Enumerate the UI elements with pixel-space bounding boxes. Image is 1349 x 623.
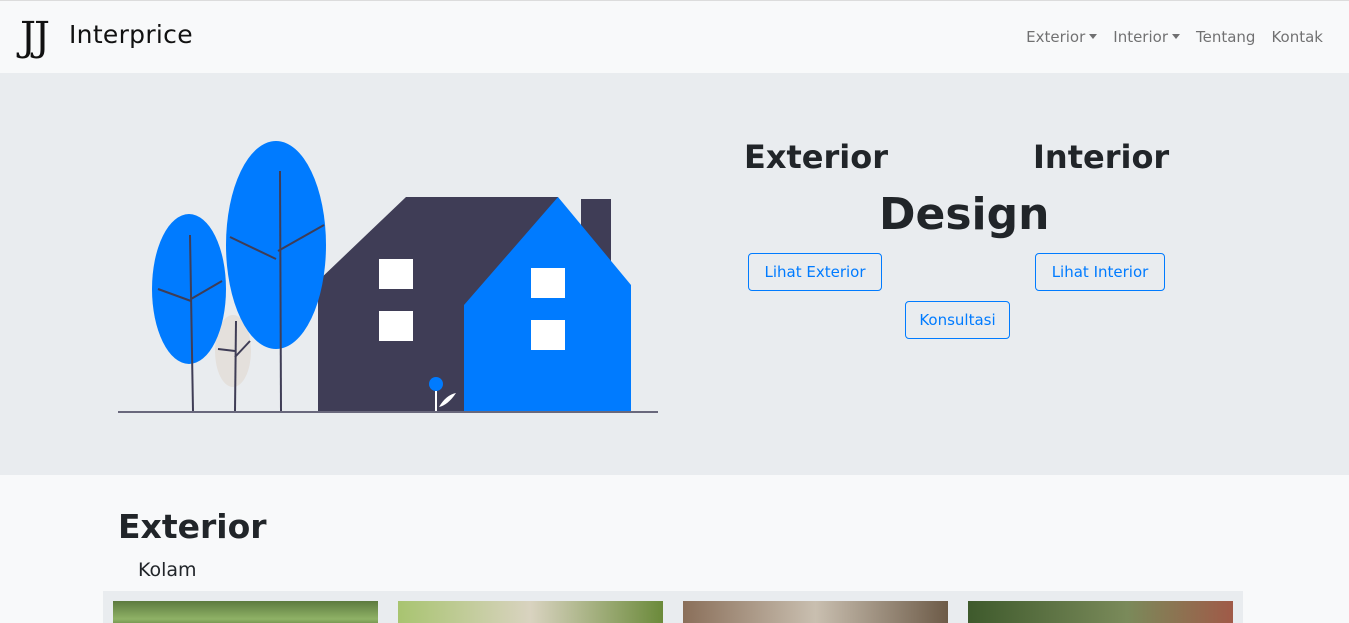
- pergola-photo-thumbnail[interactable]: [683, 601, 948, 623]
- brand-logo[interactable]: JJ: [20, 13, 50, 61]
- garden-photo-thumbnail[interactable]: [113, 601, 378, 623]
- nav-interior-label: Interior: [1113, 28, 1168, 46]
- hero-title-design: Design: [879, 189, 1050, 240]
- nav-tentang[interactable]: Tentang: [1196, 27, 1255, 47]
- subsection-title-kolam: Kolam: [138, 559, 197, 581]
- lihat-exterior-button[interactable]: Lihat Exterior: [748, 253, 882, 291]
- lihat-interior-button[interactable]: Lihat Interior: [1035, 253, 1165, 291]
- patio-photo-thumbnail[interactable]: [968, 601, 1233, 623]
- konsultasi-button[interactable]: Konsultasi: [905, 301, 1010, 339]
- navbar: JJ Interprice Exterior Interior Tentang …: [0, 0, 1349, 73]
- brand-name[interactable]: Interprice: [69, 19, 193, 51]
- nav-menu: Exterior Interior Tentang Kontak: [1026, 27, 1323, 47]
- gallery-row: [103, 591, 1243, 623]
- nav-interior-dropdown[interactable]: Interior: [1113, 27, 1180, 47]
- nav-exterior-label: Exterior: [1026, 28, 1086, 46]
- caret-down-icon: [1172, 34, 1180, 39]
- hero-section: Exterior Interior Design Lihat Exterior …: [0, 73, 1349, 475]
- hero-title-exterior: Exterior: [744, 138, 889, 176]
- house-illustration: [118, 141, 658, 413]
- nav-kontak[interactable]: Kontak: [1271, 27, 1323, 47]
- hero-title-interior: Interior: [1033, 138, 1170, 176]
- section-title-exterior: Exterior: [118, 507, 267, 546]
- caret-down-icon: [1089, 34, 1098, 39]
- nav-exterior-dropdown[interactable]: Exterior: [1026, 27, 1098, 47]
- palm-photo-thumbnail[interactable]: [398, 601, 663, 623]
